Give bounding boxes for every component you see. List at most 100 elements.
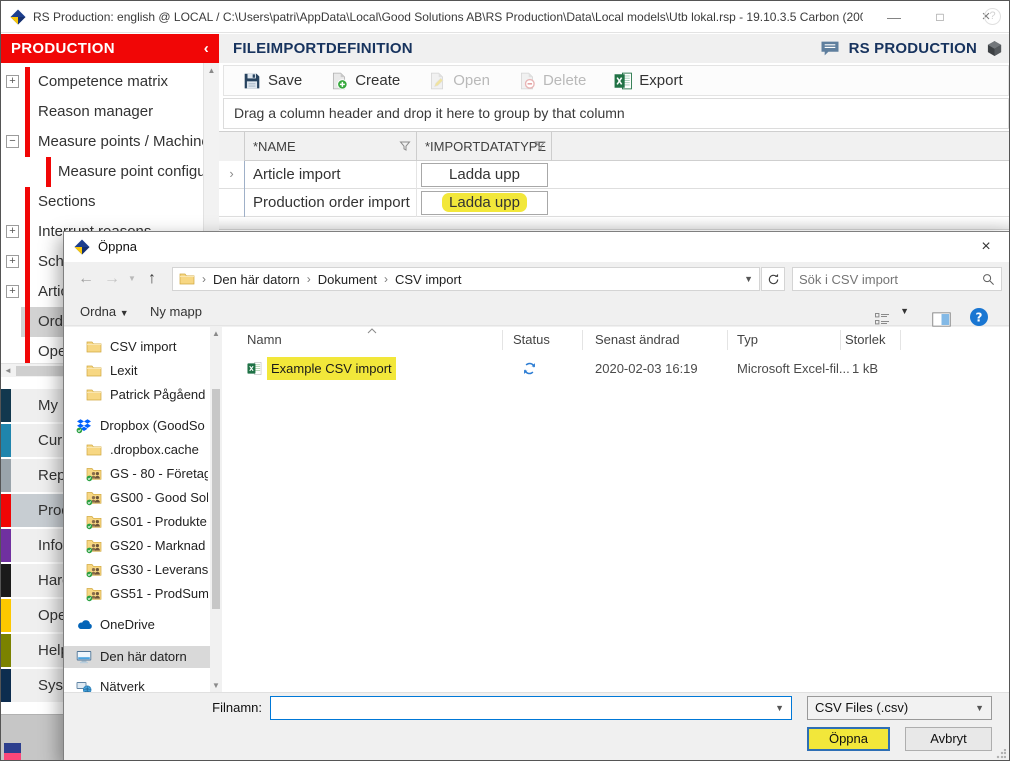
collapse-panel-icon[interactable]: ‹ [204, 34, 209, 63]
save-button[interactable]: Save [230, 67, 315, 95]
file-column-header[interactable]: Senast ändrad [595, 327, 723, 353]
places-item[interactable]: OneDrive [64, 614, 210, 636]
good-solutions-logo [4, 743, 21, 761]
breadcrumb-item[interactable]: Den här datorn [213, 272, 300, 287]
row-selector[interactable]: › [219, 161, 245, 189]
filename-label: Filnamn: [204, 696, 262, 720]
tree-item[interactable]: Measure point configu [1, 157, 203, 187]
page-pencil-icon [428, 72, 446, 90]
open-button[interactable]: Öppna [807, 727, 890, 751]
sort-ascending-icon [367, 328, 377, 334]
resize-grip[interactable] [996, 749, 1006, 759]
tree-item[interactable]: Reason manager [1, 97, 203, 127]
organize-menu[interactable]: Ordna ▼ [80, 298, 129, 327]
minimize-button[interactable]: — [871, 1, 917, 33]
feedback-bubble-icon[interactable] [820, 40, 840, 57]
excel-file-icon [247, 361, 262, 376]
expand-icon[interactable]: + [6, 225, 19, 238]
expand-icon[interactable]: + [6, 255, 19, 268]
search-box[interactable] [792, 267, 1002, 291]
tree-item[interactable]: +Competence matrix [1, 67, 203, 97]
importdatatype-label: Ladda upp [449, 166, 520, 183]
dialog-help-icon[interactable]: ? [969, 302, 989, 329]
help-icon[interactable]: ? [984, 8, 1001, 25]
red-accent-bar [25, 307, 30, 337]
row-selector[interactable] [219, 189, 245, 217]
scroll-up-icon[interactable]: ▲ [210, 329, 222, 338]
address-dropdown-icon[interactable]: ▼ [744, 274, 753, 284]
breadcrumb[interactable]: ›Den här datorn›Dokument›CSV import▼ [172, 267, 760, 291]
places-item-label: GS01 - Produkte [110, 511, 208, 533]
expand-icon[interactable]: + [6, 285, 19, 298]
importdatatype-button[interactable]: Ladda upp [421, 191, 548, 215]
places-item[interactable]: Patrick Pågåend [64, 384, 210, 406]
collapse-icon[interactable]: − [6, 135, 19, 148]
dialog-toolbar: Ordna ▼ Ny mapp ▼ ? [64, 298, 1009, 326]
nav-color-bar [1, 459, 11, 492]
scroll-left-icon[interactable]: ◄ [1, 364, 15, 377]
view-mode-dropdown-icon[interactable]: ▼ [900, 298, 909, 325]
file-column-header[interactable]: Status [513, 327, 578, 353]
places-scrollbar[interactable]: ▲ ▼ [210, 327, 222, 692]
importdatatype-button[interactable]: Ladda upp [421, 163, 548, 187]
grid-header: *NAME*IMPORTDATATYPE [219, 131, 1010, 161]
new-folder-button[interactable]: Ny mapp [150, 298, 202, 325]
history-dropdown-icon[interactable]: ▼ [128, 262, 136, 296]
back-icon[interactable]: ← [78, 262, 94, 296]
group-by-hint[interactable]: Drag a column header and drop it here to… [223, 98, 1009, 129]
table-row[interactable]: ›Article importLadda upp [219, 161, 1010, 189]
breadcrumb-item[interactable]: Dokument [318, 272, 377, 287]
app-cube-icon[interactable] [986, 40, 1003, 57]
filetype-select[interactable]: CSV Files (.csv) ▼ [807, 696, 992, 720]
places-item[interactable]: GS51 - ProdSum [64, 583, 210, 605]
cancel-button[interactable]: Avbryt [905, 727, 992, 751]
tree-item[interactable]: Sections [1, 187, 203, 217]
nav-color-bar [1, 669, 11, 702]
column-divider[interactable] [582, 330, 583, 350]
maximize-button[interactable]: □ [917, 1, 963, 33]
column-divider[interactable] [727, 330, 728, 350]
scroll-up-icon[interactable]: ▲ [204, 63, 219, 75]
file-column-header[interactable]: Typ [737, 327, 837, 353]
window-title: RS Production: english @ LOCAL / C:\User… [33, 1, 863, 33]
file-column-header[interactable]: Storlek [845, 327, 897, 353]
filetype-value: CSV Files (.csv) [815, 700, 908, 715]
filter-funnel-icon[interactable] [534, 140, 546, 152]
dialog-close-button[interactable]: × [969, 232, 1003, 262]
column-divider[interactable] [900, 330, 901, 350]
places-item[interactable]: Lexit [64, 360, 210, 382]
table-row[interactable]: Production order importLadda upp [219, 189, 1010, 217]
file-name[interactable]: Example CSV import [267, 357, 396, 380]
column-divider[interactable] [840, 330, 841, 350]
places-item[interactable]: GS30 - Leverans [64, 559, 210, 581]
column-header[interactable]: *NAME [245, 132, 417, 161]
up-icon[interactable]: ↑ [148, 262, 156, 296]
export-button[interactable]: Export [601, 67, 695, 95]
filename-combobox[interactable]: ▼ [270, 696, 792, 720]
places-item[interactable]: GS00 - Good Sol [64, 487, 210, 509]
places-item-label: CSV import [110, 336, 208, 358]
grid-footer [219, 217, 1010, 230]
scroll-down-icon[interactable]: ▼ [210, 681, 222, 690]
places-item[interactable]: .dropbox.cache [64, 439, 210, 461]
places-item[interactable]: GS - 80 - Företag [64, 463, 210, 485]
places-item[interactable]: Dropbox (GoodSo [64, 415, 210, 437]
scrollbar-thumb[interactable] [212, 389, 220, 609]
filter-funnel-icon[interactable] [399, 140, 411, 152]
tree-item[interactable]: −Measure points / Machine [1, 127, 203, 157]
forward-icon[interactable]: → [104, 262, 120, 296]
places-item[interactable]: GS20 - Marknad [64, 535, 210, 557]
file-row[interactable]: Example CSV import2020-02-03 16:19Micros… [222, 357, 1009, 380]
expand-icon[interactable]: + [6, 75, 19, 88]
places-item[interactable]: GS01 - Produkte [64, 511, 210, 533]
search-input[interactable] [799, 269, 974, 289]
refresh-button[interactable] [761, 267, 785, 291]
places-item[interactable]: Den här datorn [64, 646, 210, 668]
column-divider[interactable] [502, 330, 503, 350]
filename-input[interactable] [275, 698, 765, 718]
places-item[interactable]: CSV import [64, 336, 210, 358]
column-header[interactable]: *IMPORTDATATYPE [417, 132, 552, 161]
breadcrumb-item[interactable]: CSV import [395, 272, 461, 287]
filename-dropdown-icon[interactable]: ▼ [775, 697, 784, 719]
create-button[interactable]: Create [317, 67, 413, 95]
